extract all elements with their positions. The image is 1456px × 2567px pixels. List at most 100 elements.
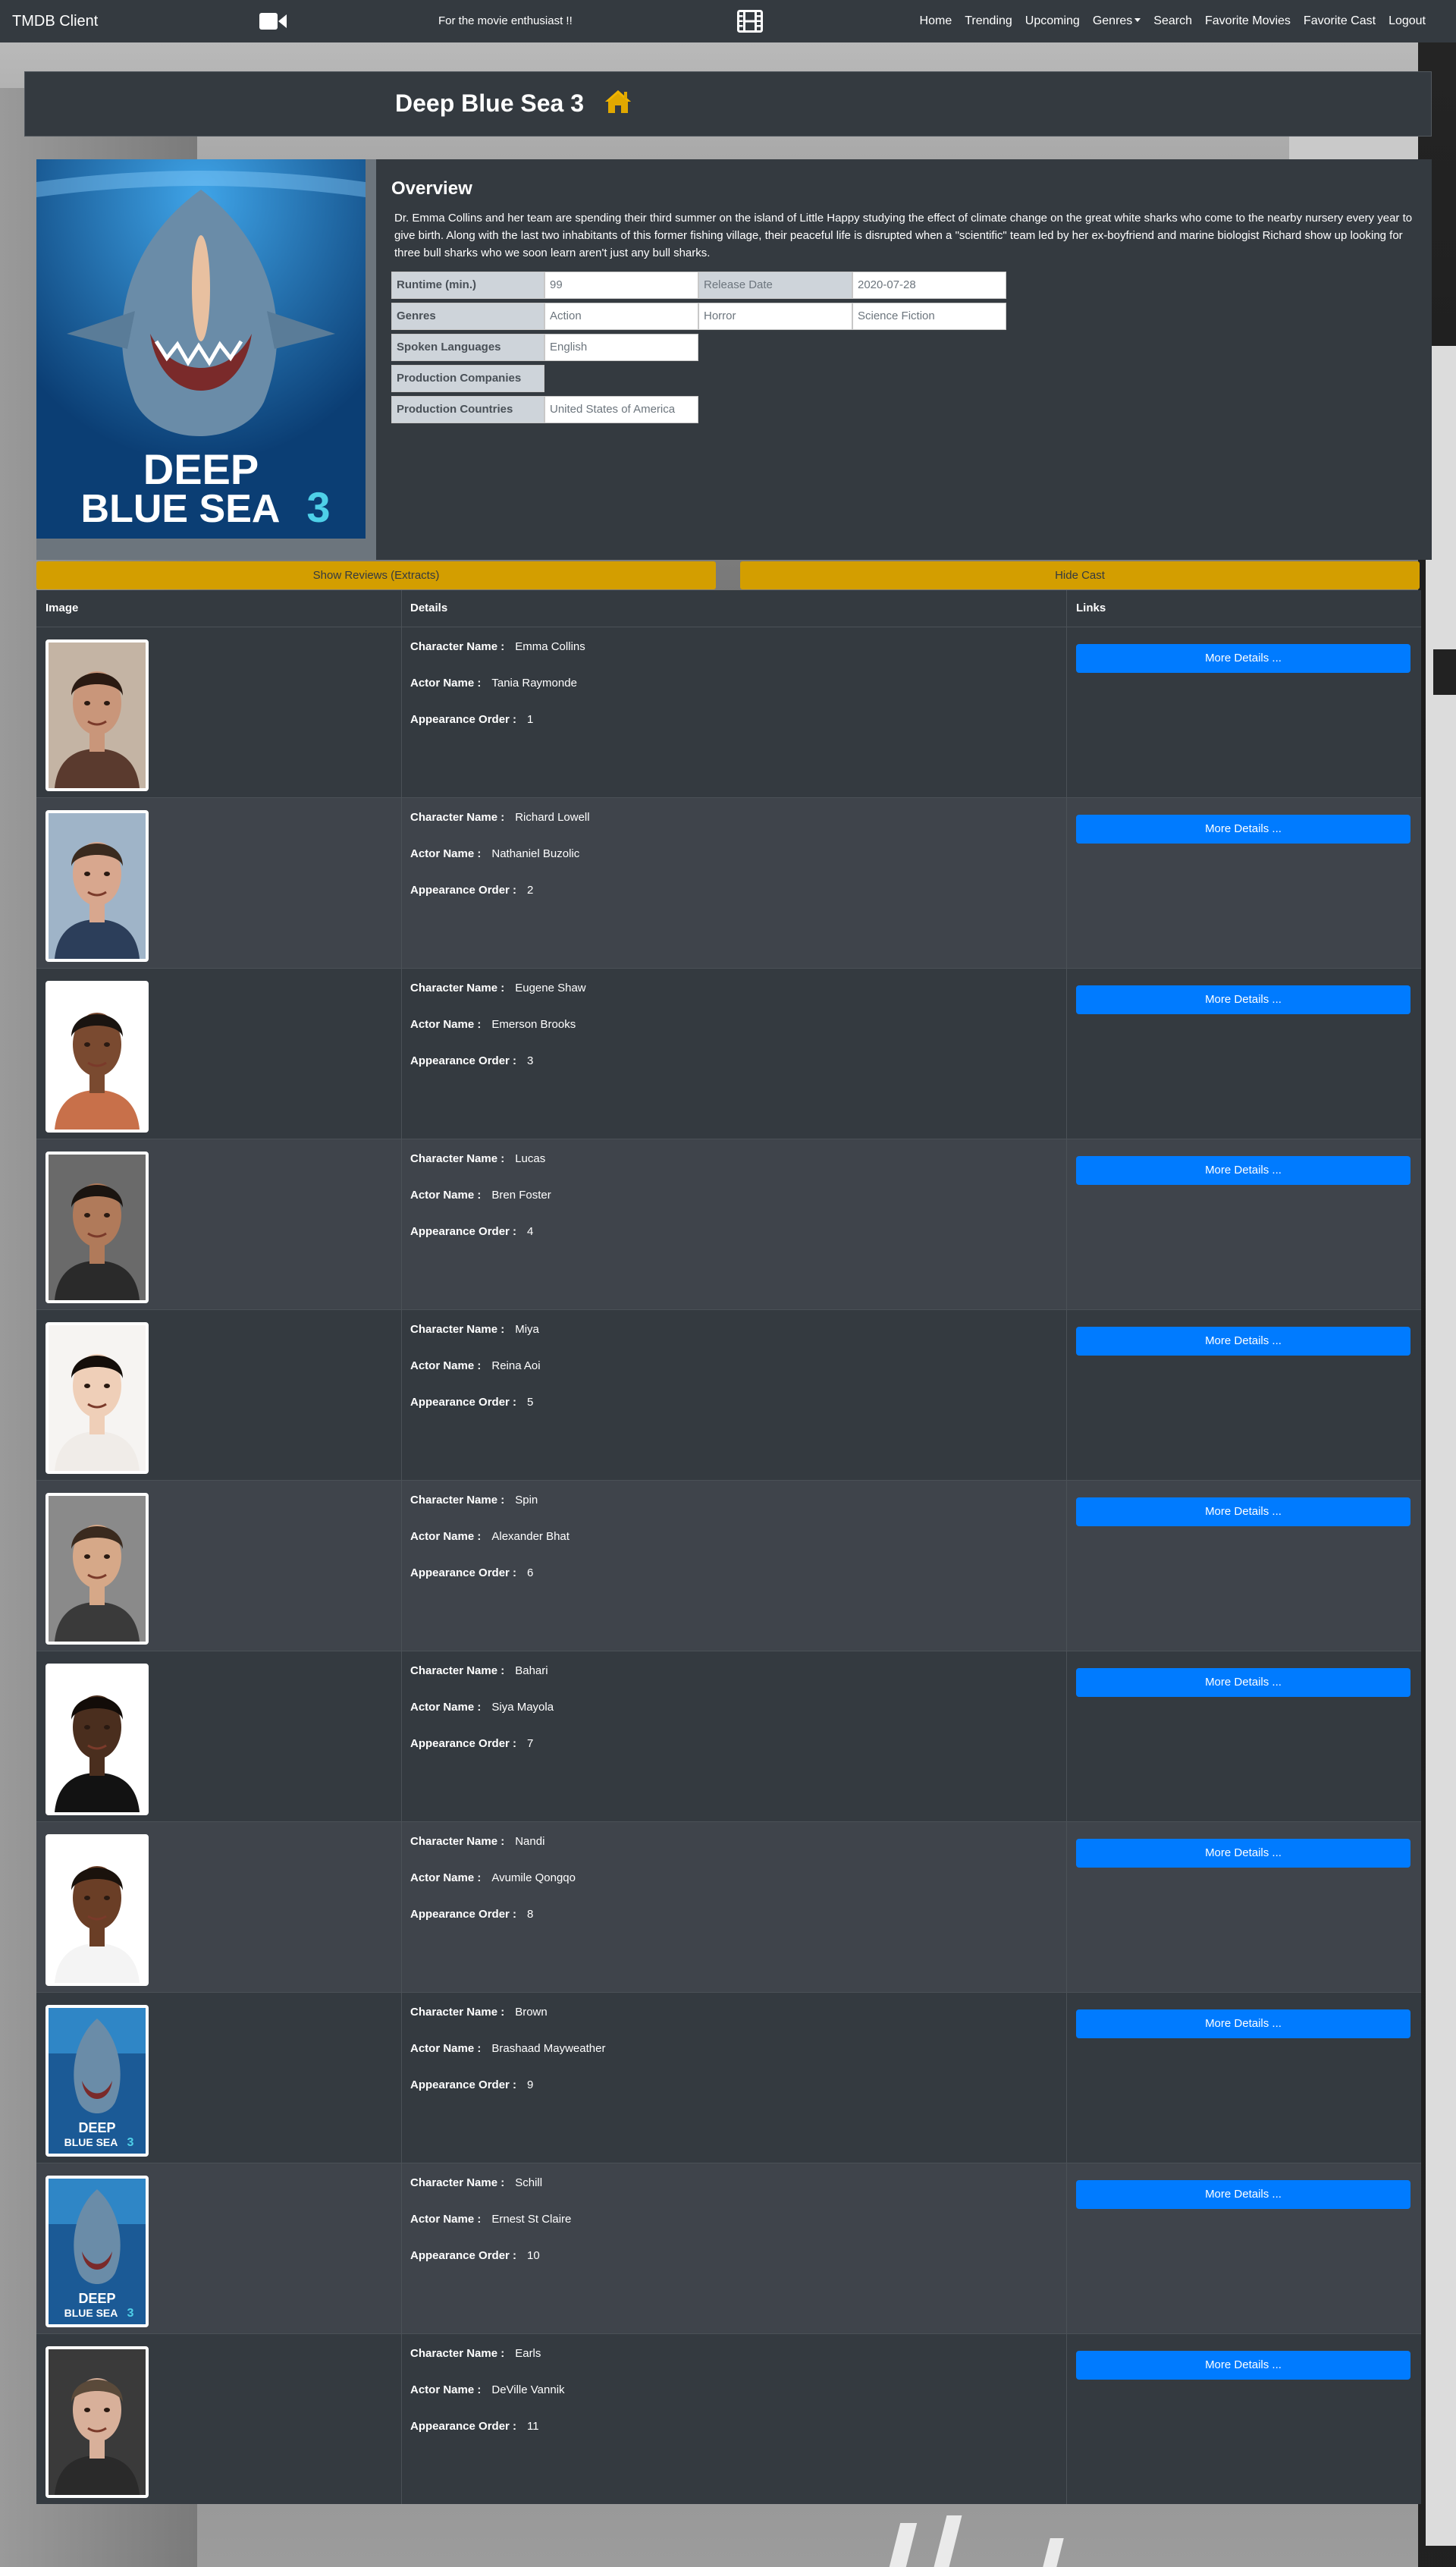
appearance-order-label: Appearance Order :	[410, 2420, 517, 2433]
appearance-order-value: 11	[527, 2420, 539, 2433]
genre-item: Action	[544, 303, 698, 330]
character-name-label: Character Name :	[410, 1152, 505, 1165]
svg-text:DEEP: DEEP	[78, 2291, 115, 2306]
nav-favorite-cast[interactable]: Favorite Cast	[1304, 13, 1376, 30]
show-reviews-button[interactable]: Show Reviews (Extracts)	[36, 561, 716, 589]
character-name-label: Character Name :	[410, 1835, 505, 1848]
movie-details-panel: Overview Dr. Emma Collins and her team a…	[376, 159, 1432, 560]
actor-name-value: Nathaniel Buzolic	[491, 847, 580, 860]
actor-name-value: Ernest St Claire	[491, 2213, 572, 2226]
svg-text:BLUE SEA: BLUE SEA	[64, 2307, 118, 2319]
cast-photo	[46, 810, 149, 962]
character-name-label: Character Name :	[410, 811, 505, 824]
nav-trending[interactable]: Trending	[965, 13, 1012, 30]
more-details-button[interactable]: More Details ...	[1076, 1497, 1410, 1526]
languages-row: Spoken Languages English	[391, 334, 698, 361]
character-name: Character Name : Richard Lowell	[410, 810, 590, 825]
countries-label: Production Countries	[391, 396, 544, 423]
character-name: Character Name : Eugene Shaw	[410, 981, 586, 996]
character-name-value: Richard Lowell	[515, 811, 590, 824]
character-name-value: Miya	[515, 1323, 539, 1336]
brand-link[interactable]: TMDB Client	[12, 12, 98, 30]
poster-panel: DEEP BLUE SEA 3	[36, 159, 376, 560]
actor-name: Actor Name : Bren Foster	[410, 1188, 551, 1203]
actor-name-label: Actor Name :	[410, 1189, 482, 1202]
more-details-button[interactable]: More Details ...	[1076, 1156, 1410, 1185]
appearance-order-label: Appearance Order :	[410, 1054, 517, 1067]
nav-favorite-movies[interactable]: Favorite Movies	[1205, 13, 1291, 30]
character-name-label: Character Name :	[410, 2006, 505, 2019]
character-name: Character Name : Emma Collins	[410, 639, 585, 655]
appearance-order: Appearance Order : 10	[410, 2248, 540, 2264]
appearance-order: Appearance Order : 7	[410, 1736, 533, 1752]
more-details-button[interactable]: More Details ...	[1076, 2351, 1410, 2380]
nav-links: Home Trending Upcoming Genres Search Fav…	[920, 13, 1426, 30]
actor-name: Actor Name : Alexander Bhat	[410, 1529, 570, 1544]
nav-upcoming[interactable]: Upcoming	[1025, 13, 1080, 30]
actor-name-label: Actor Name :	[410, 1871, 482, 1884]
release-date-value: 2020-07-28	[852, 272, 1006, 299]
appearance-order: Appearance Order : 1	[410, 712, 533, 727]
nav-logout[interactable]: Logout	[1389, 13, 1426, 30]
more-details-button[interactable]: More Details ...	[1076, 644, 1410, 673]
character-name-value: Earls	[515, 2347, 541, 2360]
cast-row: Character Name : Lucas Actor Name : Bren Fo…	[36, 1139, 1421, 1309]
appearance-order-value: 9	[527, 2078, 534, 2091]
character-name-label: Character Name :	[410, 640, 505, 653]
header-details: Details	[410, 602, 448, 614]
poster-artwork: DEEP BLUE SEA 3	[36, 159, 366, 539]
nav-search[interactable]: Search	[1153, 13, 1192, 30]
actor-name-label: Actor Name :	[410, 2042, 482, 2055]
cast-table-header: Image Details Links	[36, 590, 1421, 627]
hide-cast-button[interactable]: Hide Cast	[740, 561, 1420, 589]
appearance-order: Appearance Order : 6	[410, 1566, 533, 1581]
appearance-order: Appearance Order : 2	[410, 883, 533, 898]
more-details-button[interactable]: More Details ...	[1076, 1327, 1410, 1356]
genre-item: Horror	[698, 303, 852, 330]
character-name: Character Name : Spin	[410, 1493, 538, 1508]
appearance-order-value: 4	[527, 1225, 534, 1238]
companies-label: Production Companies	[391, 365, 544, 392]
genres-row: Genres Action Horror Science Fiction	[391, 303, 1006, 330]
more-details-button[interactable]: More Details ...	[1076, 2009, 1410, 2038]
header-links: Links	[1076, 602, 1106, 614]
svg-text:3: 3	[127, 2307, 134, 2320]
poster-title-number: 3	[306, 483, 330, 531]
release-date-label: Release Date	[698, 272, 852, 299]
appearance-order-label: Appearance Order :	[410, 2249, 517, 2262]
appearance-order-value: 5	[527, 1396, 534, 1409]
appearance-order: Appearance Order : 9	[410, 2078, 533, 2093]
character-name-label: Character Name :	[410, 1494, 505, 1507]
character-name: Character Name : Bahari	[410, 1664, 548, 1679]
more-details-button[interactable]: More Details ...	[1076, 985, 1410, 1014]
movie-title: Deep Blue Sea 3	[395, 90, 584, 117]
overview-text: Dr. Emma Collins and her team are spendi…	[394, 212, 1413, 259]
actor-name-label: Actor Name :	[410, 1530, 482, 1543]
appearance-order: Appearance Order : 5	[410, 1395, 533, 1410]
cast-row: Character Name : Earls Actor Name : DeVille…	[36, 2333, 1421, 2504]
caret-down-icon	[1134, 18, 1141, 22]
appearance-order: Appearance Order : 4	[410, 1224, 533, 1240]
home-icon[interactable]	[604, 89, 632, 115]
actor-name-value: DeVille Vannik	[491, 2383, 565, 2396]
character-name: Character Name : Brown	[410, 2005, 548, 2020]
appearance-order-value: 3	[527, 1054, 534, 1067]
nav-genres-dropdown[interactable]: Genres	[1093, 13, 1141, 30]
appearance-order-value: 2	[527, 884, 534, 897]
more-details-button[interactable]: More Details ...	[1076, 1839, 1410, 1868]
appearance-order: Appearance Order : 11	[410, 2419, 539, 2434]
character-name-value: Brown	[515, 2006, 548, 2019]
character-name-label: Character Name :	[410, 1323, 505, 1336]
character-name-label: Character Name :	[410, 2347, 505, 2360]
character-name: Character Name : Nandi	[410, 1834, 544, 1849]
more-details-button[interactable]: More Details ...	[1076, 2180, 1410, 2209]
actor-name-label: Actor Name :	[410, 2383, 482, 2396]
more-details-button[interactable]: More Details ...	[1076, 815, 1410, 844]
more-details-button[interactable]: More Details ...	[1076, 1668, 1410, 1697]
character-name-value: Bahari	[515, 1664, 548, 1677]
runtime-row: Runtime (min.) 99 Release Date 2020-07-2…	[391, 272, 1006, 299]
appearance-order-label: Appearance Order :	[410, 1737, 517, 1750]
cast-photo	[46, 1322, 149, 1474]
nav-home[interactable]: Home	[920, 13, 952, 30]
actor-name-value: Reina Aoi	[491, 1359, 541, 1372]
